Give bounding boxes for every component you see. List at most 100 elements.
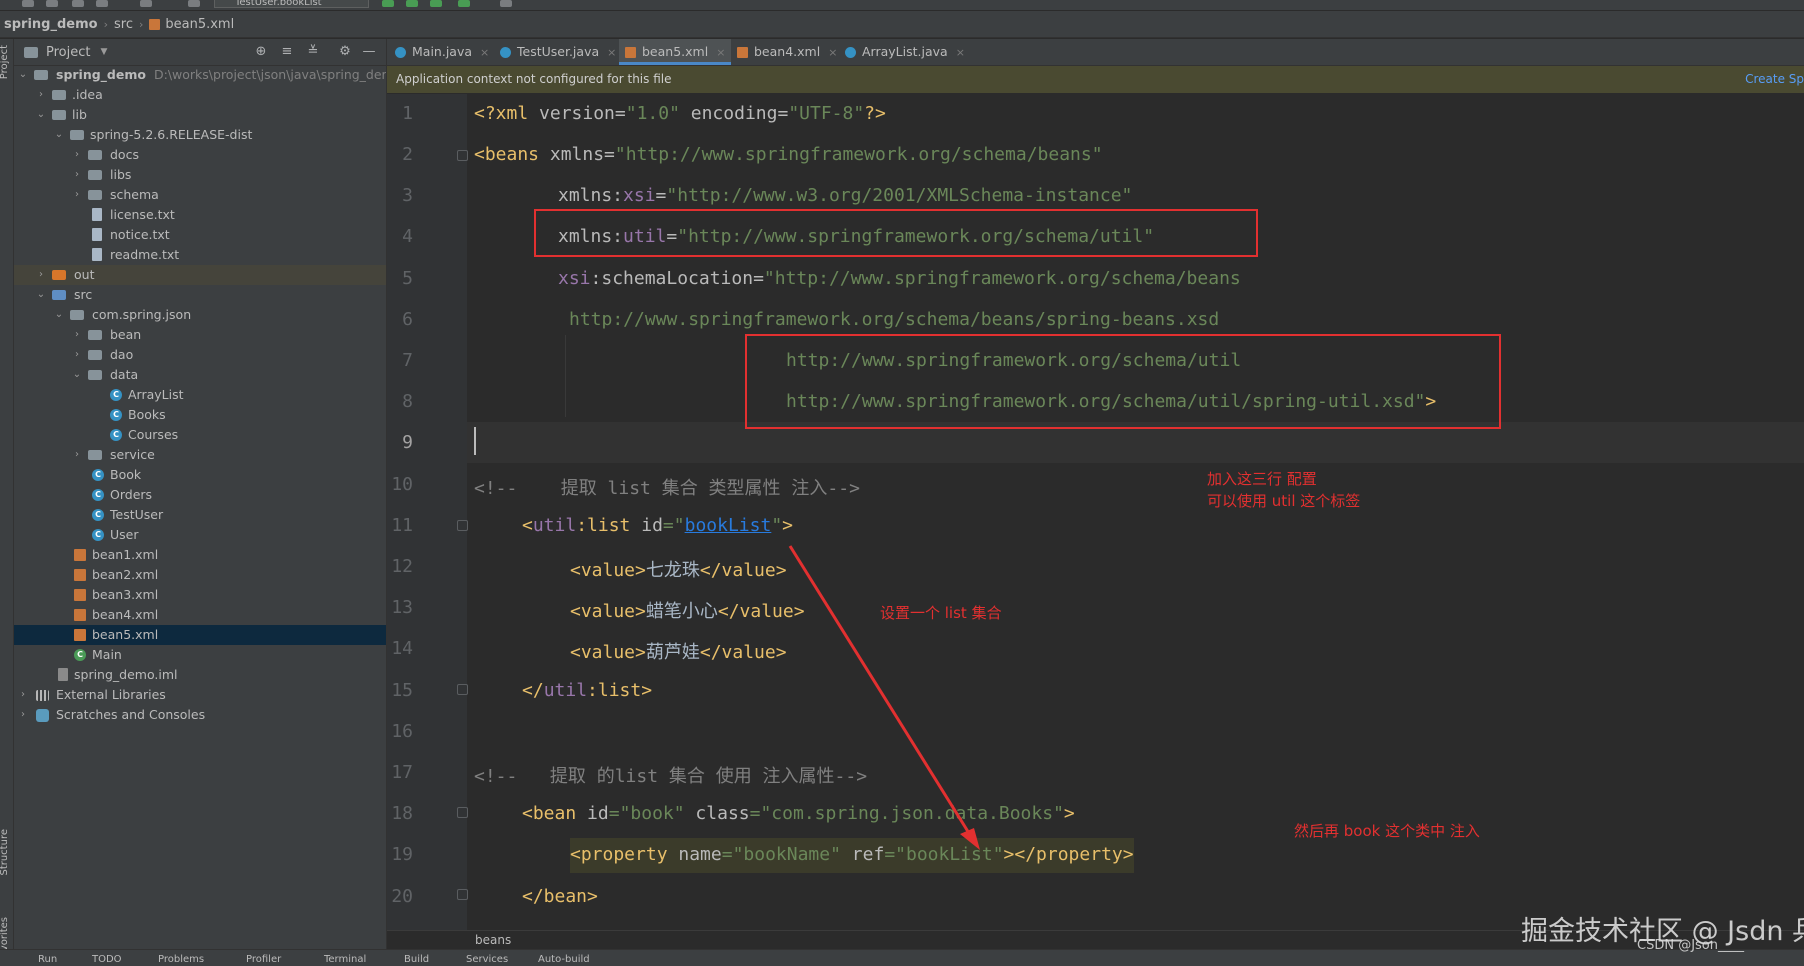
tree-item[interactable]: › libs <box>14 165 386 185</box>
tree-item[interactable]: bean4.xml <box>14 605 386 625</box>
tree-item[interactable]: C Book <box>14 465 386 485</box>
tree-item[interactable]: ⌄ com.spring.json <box>14 305 386 325</box>
tree-item[interactable]: C Orders <box>14 485 386 505</box>
code-line-14[interactable]: <value>葫芦娃</value> <box>570 638 787 664</box>
stop-icon[interactable] <box>500 0 512 7</box>
build-tool-button[interactable]: Build <box>404 952 429 966</box>
tab-arraylist-java[interactable]: ArrayList.java × <box>845 39 965 65</box>
code-line-5[interactable]: xsi:schemaLocation="http://www.springfra… <box>558 268 1241 289</box>
tree-item-selected[interactable]: bean5.xml <box>14 625 386 645</box>
tab-bean4-xml[interactable]: bean4.xml × <box>737 39 837 65</box>
save-icon[interactable] <box>22 0 34 7</box>
chevron-down-icon[interactable]: ⌄ <box>36 105 46 125</box>
code-line-19[interactable]: <property name="bookName" ref="bookList"… <box>570 838 1134 873</box>
tree-item-project-root[interactable]: ⌄ spring_demo D:\works\project\json\java\… <box>14 65 386 85</box>
tab-testuser-java[interactable]: TestUser.java × <box>500 39 616 65</box>
code-line-15[interactable]: </util:list> <box>522 680 652 701</box>
tree-item[interactable]: › .idea <box>14 85 386 105</box>
run-tool-button[interactable]: Run <box>38 952 57 966</box>
fold-marker[interactable] <box>457 684 468 695</box>
terminal-tool-button[interactable]: Terminal <box>324 952 366 966</box>
tree-item[interactable]: ⌄ lib <box>14 105 386 125</box>
code-line-3[interactable]: xmlns:xsi="http://www.w3.org/2001/XMLSch… <box>558 185 1132 206</box>
code-line-18[interactable]: <bean id="book" class="com.spring.json.d… <box>522 803 1075 824</box>
run-icon[interactable] <box>382 0 394 7</box>
tree-item[interactable]: › dao <box>14 345 386 365</box>
create-spring-facet-link[interactable]: Create Sp <box>1745 66 1804 93</box>
chevron-right-icon[interactable]: › <box>72 345 82 365</box>
code-line-13[interactable]: <value>蜡笔小心</value> <box>570 597 805 623</box>
chevron-right-icon[interactable]: › <box>72 185 82 205</box>
hammer-icon[interactable] <box>188 0 200 7</box>
code-line-1[interactable]: <?xml version="1.0" encoding="UTF-8"?> <box>474 103 886 124</box>
chevron-right-icon[interactable]: › <box>72 145 82 165</box>
code-line-10[interactable]: <!-- 提取 list 集合 类型属性 注入--> <box>474 474 860 500</box>
tree-item[interactable]: › out <box>14 265 386 285</box>
code-line-11[interactable]: <util:list id="bookList"> <box>522 515 793 536</box>
chevron-down-icon[interactable]: ⌄ <box>18 65 28 85</box>
project-panel-title[interactable]: Project <box>46 45 90 60</box>
tree-item[interactable]: › External Libraries <box>14 685 386 705</box>
tree-item[interactable]: C Main <box>14 645 386 665</box>
todo-tool-button[interactable]: TODO <box>92 952 122 966</box>
breadcrumb-project[interactable]: spring_demo <box>4 17 98 32</box>
fold-marker[interactable] <box>457 889 468 900</box>
close-icon[interactable]: × <box>480 46 489 59</box>
tab-main-java[interactable]: Main.java × <box>395 39 489 65</box>
run-configuration-select[interactable]: TestUser.bookList <box>214 0 369 8</box>
tree-item[interactable]: ⌄ data <box>14 365 386 385</box>
fold-marker[interactable] <box>457 807 468 818</box>
tree-item[interactable]: ⌄ src <box>14 285 386 305</box>
chevron-right-icon[interactable]: › <box>72 325 82 345</box>
expand-all-icon[interactable]: ≡ <box>280 45 294 59</box>
chevron-right-icon[interactable]: › <box>36 85 46 105</box>
chevron-right-icon[interactable]: › <box>18 685 28 705</box>
chevron-down-icon[interactable]: ▼ <box>100 47 107 57</box>
chevron-down-icon[interactable]: ⌄ <box>54 125 64 145</box>
close-icon[interactable]: × <box>956 46 965 59</box>
tree-item[interactable]: bean2.xml <box>14 565 386 585</box>
debug-icon[interactable] <box>406 0 418 7</box>
build-icon[interactable] <box>140 0 152 7</box>
chevron-down-icon[interactable]: ⌄ <box>36 285 46 305</box>
structure-tool-button[interactable]: Structure <box>0 829 10 876</box>
code-line-2[interactable]: <beans xmlns="http://www.springframework… <box>474 144 1103 165</box>
tree-item[interactable]: C TestUser <box>14 505 386 525</box>
tree-item[interactable]: bean1.xml <box>14 545 386 565</box>
breadcrumb-file[interactable]: bean5.xml <box>165 17 234 32</box>
tree-item[interactable]: C User <box>14 525 386 545</box>
chevron-right-icon[interactable]: › <box>36 265 46 285</box>
tree-item[interactable]: C Books <box>14 405 386 425</box>
project-tool-button[interactable]: Project <box>0 45 10 79</box>
back-icon[interactable] <box>72 0 84 7</box>
services-tool-button[interactable]: Services <box>466 952 508 966</box>
forward-icon[interactable] <box>96 0 108 7</box>
tree-item[interactable]: › schema <box>14 185 386 205</box>
close-icon[interactable]: × <box>828 46 837 59</box>
fold-marker[interactable] <box>457 150 468 161</box>
sync-icon[interactable] <box>46 0 58 7</box>
tree-item[interactable]: ⌄ spring-5.2.6.RELEASE-dist <box>14 125 386 145</box>
tab-bean5-xml[interactable]: bean5.xml × <box>619 39 732 65</box>
chevron-right-icon[interactable]: › <box>72 165 82 185</box>
editor-breadcrumb-item[interactable]: beans <box>475 933 511 947</box>
tree-item[interactable]: C ArrayList <box>14 385 386 405</box>
tree-item[interactable]: C Courses <box>14 425 386 445</box>
chevron-down-icon[interactable]: ⌄ <box>54 305 64 325</box>
problems-tool-button[interactable]: Problems <box>158 952 204 966</box>
tree-item[interactable]: spring_demo.iml <box>14 665 386 685</box>
tree-item[interactable]: readme.txt <box>14 245 386 265</box>
fold-marker[interactable] <box>457 520 468 531</box>
code-line-20[interactable]: </bean> <box>522 886 598 907</box>
chevron-down-icon[interactable]: ⌄ <box>72 365 82 385</box>
gear-icon[interactable]: ⚙ <box>338 45 352 59</box>
auto-build-tool-button[interactable]: Auto-build <box>538 952 590 966</box>
tree-item[interactable]: license.txt <box>14 205 386 225</box>
tree-item[interactable]: bean3.xml <box>14 585 386 605</box>
tree-item[interactable]: › docs <box>14 145 386 165</box>
coverage-icon[interactable] <box>430 0 442 7</box>
tree-item[interactable]: › service <box>14 445 386 465</box>
locate-icon[interactable]: ⊕ <box>254 45 268 59</box>
profiler-tool-button[interactable]: Profiler <box>246 952 281 966</box>
tree-item[interactable]: › Scratches and Consoles <box>14 705 386 725</box>
